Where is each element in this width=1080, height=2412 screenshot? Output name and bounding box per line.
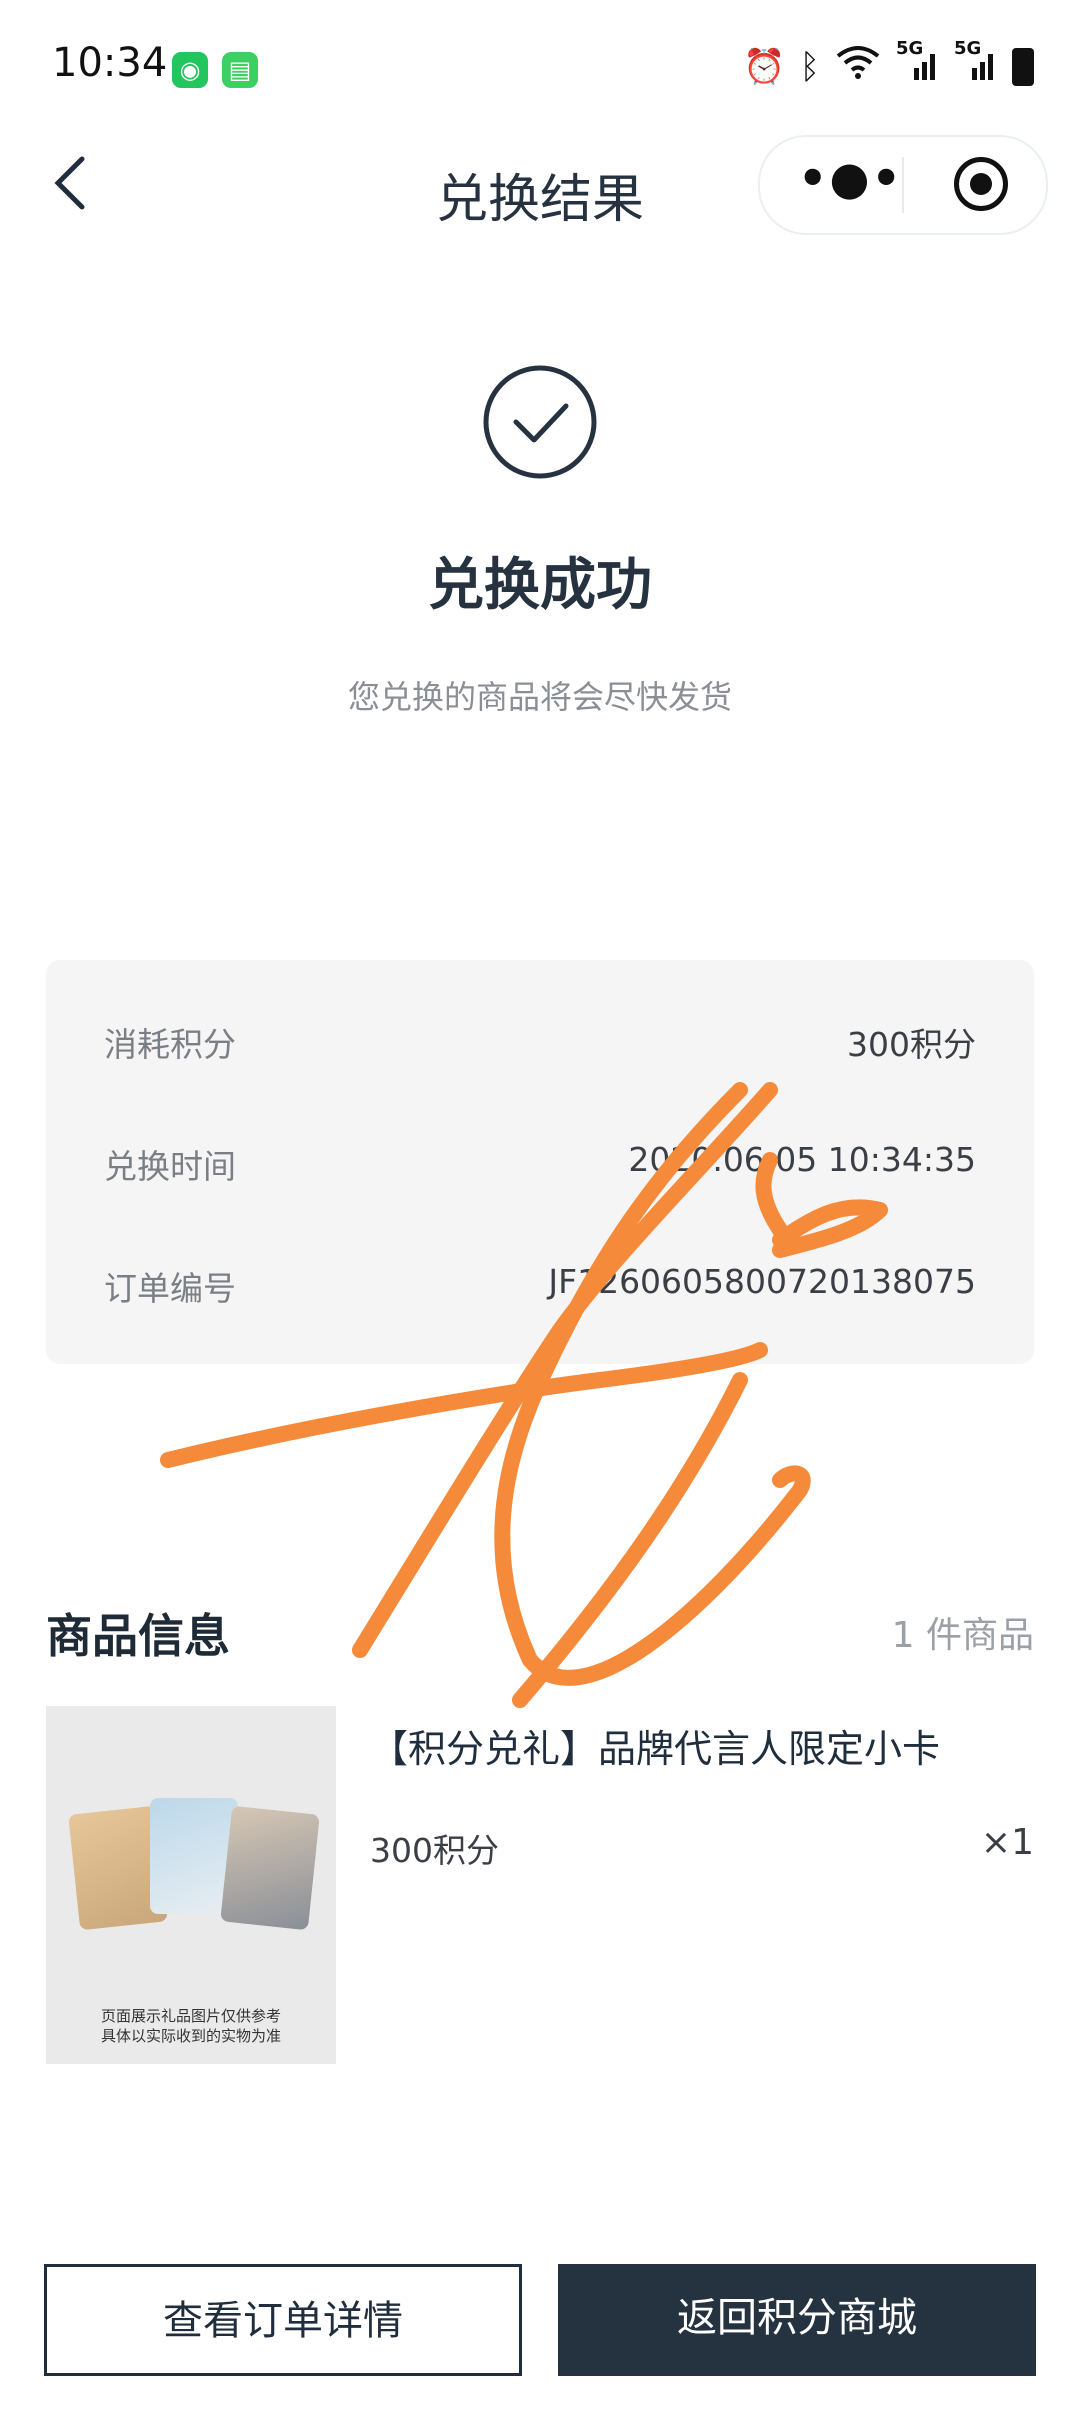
order-label: 订单编号 <box>104 1269 236 1308</box>
order-row: 订单编号 JF1260605800720138075 <box>104 1262 976 1312</box>
goods-count: 1 件商品 <box>891 1615 1034 1656</box>
status-bar: 10:34 ◉ ▤ ⏰ ᛒ 5G 5G <box>0 0 1080 130</box>
bluetooth-icon: ᛒ <box>799 46 820 87</box>
system-icons: ⏰ ᛒ 5G 5G <box>743 38 1034 89</box>
order-info-card: 消耗积分 300积分 兑换时间 2020.06.05 10:34:35 订单编号… <box>46 960 1034 1364</box>
view-order-button[interactable]: 查看订单详情 <box>44 2264 522 2376</box>
network-label: 5G <box>896 38 924 59</box>
time-label: 兑换时间 <box>104 1147 236 1186</box>
nav-bar: 兑换结果 •●• <box>0 135 1080 245</box>
signal-5g-icon: 5G <box>896 38 940 87</box>
status-time: 10:34 <box>52 40 168 86</box>
check-circle-icon <box>482 364 598 484</box>
image-disclaimer-line: 页面展示礼品图片仅供参考 <box>100 2007 281 2025</box>
photo-card <box>220 1805 320 1931</box>
signal-5g-icon: 5G <box>954 38 998 87</box>
mini-program-capsule: •●• <box>758 135 1048 235</box>
goods-section-title: 商品信息 <box>46 1609 230 1663</box>
wifi-icon <box>834 44 882 89</box>
time-row: 兑换时间 2020.06.05 10:34:35 <box>104 1140 976 1190</box>
time-value: 2020.06.05 10:34:35 <box>628 1140 976 1179</box>
goods-header: 商品信息 1 件商品 <box>46 1600 1034 1664</box>
order-value: JF1260605800720138075 <box>548 1262 976 1301</box>
success-title: 兑换成功 <box>428 553 652 618</box>
goods-points: 300积分 <box>370 1831 499 1870</box>
success-subtitle: 您兑换的商品将会尽快发货 <box>347 678 732 716</box>
goods-image: 页面展示礼品图片仅供参考 具体以实际收到的实物为准 <box>46 1706 336 2064</box>
target-close-icon[interactable] <box>954 157 1008 211</box>
points-row: 消耗积分 300积分 <box>104 1018 976 1068</box>
messages-icon: ▤ <box>222 52 258 88</box>
alarm-icon: ⏰ <box>743 46 786 87</box>
back-to-mall-button[interactable]: 返回积分商城 <box>558 2264 1036 2376</box>
image-disclaimer-line: 具体以实际收到的实物为准 <box>100 2027 281 2045</box>
points-value: 300积分 <box>847 1025 976 1064</box>
goods-item[interactable]: 页面展示礼品图片仅供参考 具体以实际收到的实物为准 【积分兑礼】品牌代言人限定小… <box>46 1706 1034 2064</box>
battery-icon <box>1012 47 1034 86</box>
network-label: 5G <box>954 38 982 59</box>
more-dots-icon[interactable]: •●• <box>798 151 903 205</box>
goods-quantity: ×1 <box>980 1822 1034 1863</box>
wechat-icon: ◉ <box>172 52 208 88</box>
goods-name: 【积分兑礼】品牌代言人限定小卡 <box>370 1727 941 1771</box>
image-disclaimer: 页面展示礼品图片仅供参考 具体以实际收到的实物为准 <box>46 2006 336 2046</box>
capsule-divider <box>902 157 904 213</box>
points-label: 消耗积分 <box>104 1025 236 1064</box>
